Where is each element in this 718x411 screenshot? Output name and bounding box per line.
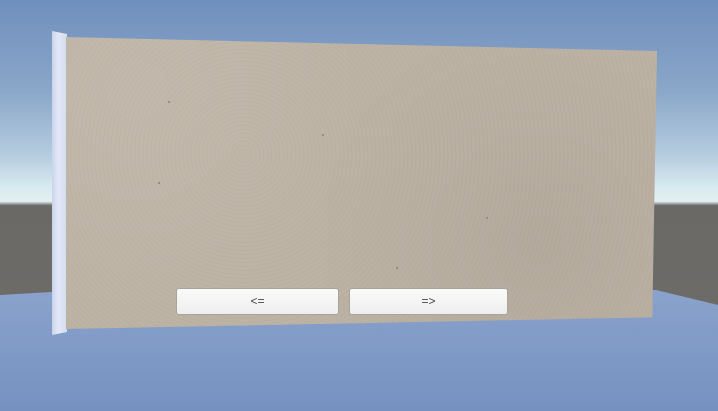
next-button[interactable]: => <box>349 288 508 315</box>
panel-speck <box>396 267 398 269</box>
panel-speck <box>168 101 170 103</box>
panel-speck <box>322 134 324 136</box>
cardboard-panel <box>66 37 657 329</box>
previous-button[interactable]: <= <box>176 288 339 315</box>
panel-speck <box>158 182 160 184</box>
3d-scene-view: <= => <box>0 0 718 411</box>
panel-frame-edge <box>52 31 67 335</box>
panel-speck <box>486 217 488 219</box>
